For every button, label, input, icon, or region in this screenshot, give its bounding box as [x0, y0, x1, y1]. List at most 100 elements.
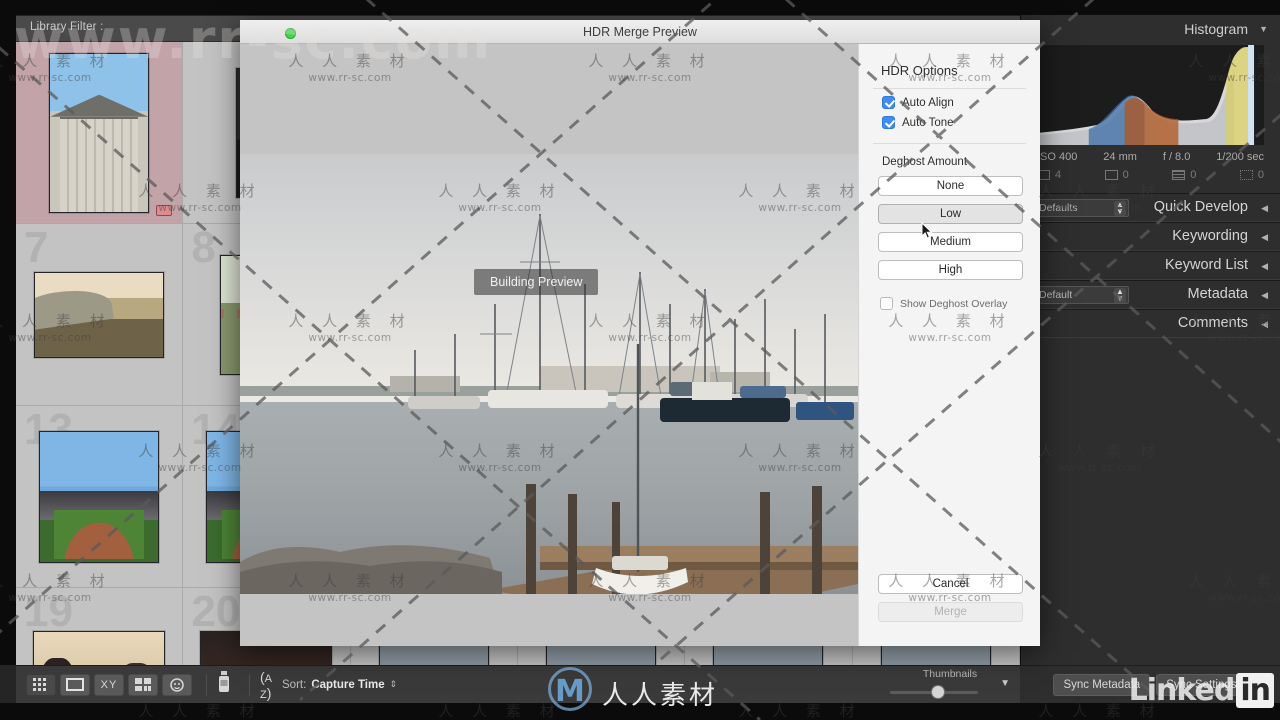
dialog-title-bar[interactable]: HDR Merge Preview [240, 20, 1040, 44]
exif-shutter: 1/200 sec [1216, 151, 1264, 163]
exif-aperture: f / 8.0 [1162, 151, 1191, 163]
thumbnail-artwork [40, 431, 159, 562]
thumbnail-artwork [35, 272, 164, 357]
rectangle-icon [1104, 170, 1118, 180]
crop-flag: 4 [1037, 169, 1061, 181]
auto-align-checkbox[interactable] [882, 96, 895, 109]
deghost-high-button[interactable]: High [878, 260, 1023, 280]
flag-b-count: 0 [1190, 169, 1197, 181]
panel-preset-value: Defaults [1039, 202, 1078, 214]
show-deghost-overlay-row[interactable]: Show Deghost Overlay [859, 280, 1040, 310]
merge-button[interactable]: Merge [878, 602, 1023, 622]
bottom-toolbar: XY (A Z) Sort: Capture Time ⇕ [16, 665, 1020, 703]
grid-cell-index: 20 [191, 588, 241, 636]
grid-view-button[interactable] [26, 673, 56, 696]
thumbnail-image[interactable] [39, 430, 160, 563]
chevron-left-icon[interactable]: ◀ [1261, 203, 1268, 214]
chevron-left-icon[interactable]: ◀ [1261, 261, 1268, 272]
mouse-cursor [921, 222, 933, 239]
lines-icon [1172, 170, 1186, 180]
deghost-amount-label: Deghost Amount [882, 156, 968, 168]
slider-knob[interactable] [932, 686, 944, 698]
auto-align-label: Auto Align [902, 96, 954, 109]
right-panel: Histogram ▼ ISO 400 24 mm f / 8.0 1/200 … [1020, 15, 1280, 665]
deghost-button-group[interactable]: None Low Medium High [859, 176, 1040, 280]
flag-c: 0 [1239, 169, 1264, 181]
panel-title: Comments [1177, 315, 1248, 331]
grid-cell[interactable]: 13 [16, 406, 184, 588]
panel-row[interactable]: Keywording ◀ [1021, 222, 1280, 251]
people-view-button[interactable] [162, 673, 192, 696]
screen-root: Library Filter : ⋯ ★★★★78★★★910111213141… [0, 0, 1280, 720]
sort-value[interactable]: Capture Time [311, 679, 384, 691]
hdr-options-panel: HDR Options Auto Align Auto Tone Deghost… [858, 44, 1040, 646]
dialog-preview-area: Building Preview [240, 44, 858, 646]
exif-focal: 24 mm [1103, 151, 1137, 163]
grid-cell-index: 7 [24, 224, 49, 272]
thumbnail-image[interactable] [34, 271, 165, 358]
chevron-left-icon[interactable]: ◀ [1261, 232, 1268, 243]
grid-cell[interactable]: 7 [16, 224, 184, 406]
spray-can-button[interactable] [217, 671, 239, 698]
panel-title: Metadata [1187, 286, 1248, 302]
hdr-options-heading: HDR Options [881, 63, 958, 78]
panel-row[interactable]: Comments ◀ [1021, 309, 1280, 338]
crop-count: 4 [1055, 169, 1062, 181]
sort-arrows-icon[interactable]: ⇕ [390, 679, 398, 690]
chevron-left-icon[interactable]: ◀ [1261, 319, 1268, 330]
window-zoom-green-dot[interactable] [285, 28, 296, 39]
show-deghost-overlay-label: Show Deghost Overlay [900, 297, 1008, 310]
survey-view-button[interactable] [128, 673, 158, 696]
deghost-low-button[interactable]: Low [878, 204, 1023, 224]
sort-label: Sort: [282, 678, 307, 691]
deghost-medium-button[interactable]: Medium [878, 232, 1023, 252]
grid-cell[interactable]: 19 [16, 588, 184, 665]
loupe-view-button[interactable] [60, 673, 90, 696]
exif-row: ISO 400 24 mm f / 8.0 1/200 sec [1037, 151, 1264, 163]
sync-metadata-button[interactable]: Sync Metadata [1053, 673, 1151, 696]
panel-row[interactable]: Default ▲ ▼ Metadata ◀ [1021, 280, 1280, 309]
grid-cell-index: 19 [24, 588, 73, 636]
hdr-merge-preview-dialog: HDR Merge Preview Building Preview HDR O… [240, 20, 1040, 646]
cancel-button[interactable]: Cancel [878, 574, 1023, 594]
deghost-none-button[interactable]: None [878, 176, 1023, 196]
histogram-panel-header[interactable]: Histogram ▼ [1021, 15, 1280, 43]
dialog-action-buttons: Cancel Merge [859, 574, 1040, 630]
chevron-left-icon[interactable]: ◀ [1261, 290, 1268, 301]
histogram-graph [1037, 45, 1264, 145]
panel-row[interactable]: Keyword List ◀ [1021, 251, 1280, 280]
panel-title: Keywording [1172, 228, 1248, 244]
library-filter-label: Library Filter : [30, 21, 104, 33]
auto-align-row[interactable]: Auto Align [859, 89, 1040, 109]
grid-cell[interactable] [16, 42, 184, 224]
sync-settings-button[interactable]: Sync Settings [1156, 673, 1247, 696]
toolbar-dropdown-icon[interactable]: ▼ [1000, 678, 1010, 689]
thumbnail-artwork [50, 53, 149, 212]
flag-b: 0 [1172, 169, 1196, 181]
sort-direction-icon[interactable]: (A Z) [260, 669, 272, 701]
thumbnail-image[interactable] [33, 630, 166, 665]
thumbnail-size-slider[interactable]: Thumbnails ▼ [880, 665, 1020, 703]
toolbar-divider-2 [249, 673, 250, 696]
show-deghost-overlay-checkbox[interactable] [880, 297, 893, 310]
panel-list: Defaults ▲ ▼ Quick Develop ◀ Keywording ◀ Keywo… [1021, 193, 1280, 338]
thumbnails-label: Thumbnails [922, 668, 978, 680]
auto-tone-label: Auto Tone [902, 116, 954, 129]
bottom-black-strip [0, 703, 1280, 720]
panel-row[interactable]: Defaults ▲ ▼ Quick Develop ◀ [1021, 193, 1280, 222]
auto-tone-row[interactable]: Auto Tone [859, 109, 1040, 129]
thumbnail-artwork [34, 631, 165, 665]
compare-view-button[interactable]: XY [94, 673, 124, 696]
panel-preset-combo[interactable]: Default ▲ ▼ [1033, 286, 1129, 304]
auto-tone-checkbox[interactable] [882, 116, 895, 129]
thumbnail-image[interactable] [49, 52, 150, 213]
sync-toolbar: Sync Metadata Sync Settings [1020, 665, 1280, 703]
stepper-arrows-icon[interactable]: ▲ ▼ [1114, 201, 1126, 216]
dialog-title: HDR Merge Preview [583, 25, 697, 39]
chevron-down-icon[interactable]: ▼ [1259, 15, 1268, 43]
stepper-arrows-icon[interactable]: ▲ ▼ [1114, 288, 1126, 303]
panel-preset-combo[interactable]: Defaults ▲ ▼ [1033, 199, 1129, 217]
color-label-badge[interactable] [156, 205, 173, 216]
flag-a-count: 0 [1122, 169, 1129, 181]
flag-a: 0 [1104, 169, 1129, 181]
